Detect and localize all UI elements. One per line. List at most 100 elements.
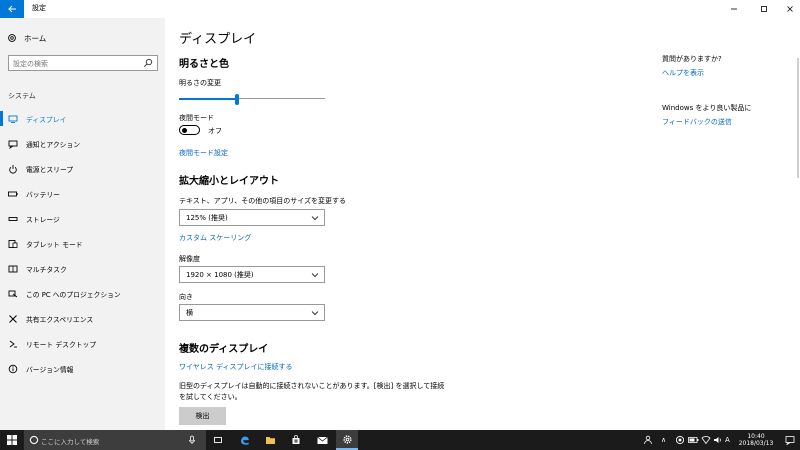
resolution-value: 1920 × 1080 (推奨) — [186, 270, 254, 279]
battery-icon — [8, 189, 18, 199]
home-label: ホーム — [24, 33, 47, 43]
settings-search-input[interactable] — [13, 58, 138, 69]
taskbar-search[interactable]: ここに入力して検索 — [24, 430, 206, 450]
system-section-header: システム — [8, 92, 36, 100]
battery-tray-icon[interactable] — [688, 436, 699, 444]
task-view-icon — [214, 437, 222, 443]
night-light-toggle[interactable] — [179, 125, 200, 135]
clock-time: 10:40 — [747, 433, 765, 440]
maximize-icon — [761, 6, 767, 12]
sidebar-item-label: この PC へのプロジェクション — [26, 290, 121, 299]
action-center-status-icon[interactable] — [675, 435, 685, 445]
sidebar-item-remote-desktop[interactable]: リモート デスクトップ — [0, 331, 165, 356]
custom-scaling-link[interactable]: カスタム スケーリング — [179, 233, 251, 243]
sidebar-item-label: ストレージ — [26, 215, 60, 224]
sidebar-item-label: ディスプレイ — [26, 115, 67, 124]
sidebar-item-notifications[interactable]: 通知とアクション — [0, 131, 165, 156]
volume-icon[interactable] — [713, 435, 723, 445]
show-hidden-icons[interactable]: ∧ — [661, 436, 666, 444]
question-text: 質問がありますか? — [662, 55, 722, 63]
mail-icon — [316, 436, 328, 444]
windows-start-icon[interactable] — [7, 435, 17, 445]
microphone-icon[interactable] — [188, 435, 196, 445]
sidebar-item-storage[interactable]: ストレージ — [0, 206, 165, 231]
home-link[interactable]: ホーム — [7, 31, 46, 45]
monitor-icon — [8, 114, 18, 124]
file-explorer-button[interactable] — [259, 430, 281, 450]
gear-icon — [342, 434, 352, 444]
scale-dropdown[interactable]: 125% (推奨) — [179, 209, 325, 226]
close-icon — [787, 6, 793, 12]
chevron-down-icon — [311, 311, 319, 316]
orientation-label: 向き — [179, 293, 193, 301]
sidebar-item-label: 共有エクスペリエンス — [26, 315, 94, 324]
sidebar-item-label: タブレット モード — [26, 240, 83, 249]
feedback-link[interactable]: フィードバックの送信 — [662, 117, 732, 127]
task-view-button[interactable] — [207, 430, 229, 450]
back-button[interactable] — [0, 0, 24, 18]
sidebar-item-label: バッテリー — [26, 190, 60, 199]
orientation-value: 横 — [186, 308, 193, 317]
projection-icon — [8, 289, 18, 299]
minimize-icon — [731, 8, 737, 10]
sidebar-item-label: 通知とアクション — [26, 140, 81, 149]
sidebar-item-display[interactable]: ディスプレイ — [0, 106, 165, 131]
sidebar-item-battery[interactable]: バッテリー — [0, 181, 165, 206]
sidebar-item-power[interactable]: 電源とスリープ — [0, 156, 165, 181]
power-icon — [8, 164, 18, 174]
resolution-label: 解像度 — [179, 255, 200, 263]
brightness-section-title: 明るさと色 — [179, 59, 229, 70]
scale-layout-section-title: 拡大縮小とレイアウト — [179, 176, 279, 187]
folder-icon — [265, 437, 275, 444]
cortana-icon — [29, 435, 39, 445]
scale-value: 125% (推奨) — [186, 213, 228, 222]
main-content: ディスプレイ 明るさと色 明るさの変更 夜間モード オフ 夜間モード設定 拡大縮… — [165, 18, 640, 430]
ime-indicator[interactable]: A — [725, 436, 730, 444]
window-title: 設定 — [32, 4, 46, 12]
sidebar-item-tablet-mode[interactable]: タブレット モード — [0, 231, 165, 256]
shared-icon — [8, 314, 18, 324]
help-link[interactable]: ヘルプを表示 — [662, 68, 704, 78]
people-icon[interactable] — [643, 435, 653, 445]
multitask-icon — [8, 264, 18, 274]
resolution-dropdown[interactable]: 1920 × 1080 (推奨) — [179, 266, 325, 283]
sidebar-item-label: リモート デスクトップ — [26, 340, 97, 349]
tablet-icon — [8, 239, 18, 249]
maximize-button[interactable] — [750, 0, 778, 18]
sidebar-item-label: マルチタスク — [26, 265, 67, 274]
sidebar-item-shared-experiences[interactable]: 共有エクスペリエンス — [0, 306, 165, 331]
info-icon — [8, 364, 18, 374]
detect-button[interactable]: 検出 — [179, 407, 226, 425]
home-gear-icon — [8, 34, 16, 42]
notification-icon[interactable] — [785, 435, 795, 445]
sidebar-item-multitasking[interactable]: マルチタスク — [0, 256, 165, 281]
clock-date: 2018/03/13 — [738, 440, 774, 447]
store-button[interactable] — [285, 430, 307, 450]
edge-button[interactable] — [233, 430, 255, 450]
scrollbar[interactable] — [797, 58, 799, 178]
sidebar-item-about[interactable]: バージョン情報 — [0, 356, 165, 381]
sidebar-item-label: 電源とスリープ — [26, 165, 74, 174]
title-bar: 設定 — [0, 0, 800, 18]
settings-app-button[interactable] — [336, 430, 358, 450]
search-icon — [143, 58, 153, 68]
sidebar-item-projection[interactable]: この PC へのプロジェクション — [0, 281, 165, 306]
slider-thumb[interactable] — [235, 94, 239, 105]
minimize-button[interactable] — [720, 0, 748, 18]
wifi-icon[interactable] — [701, 435, 711, 445]
detect-description: 旧型のディスプレイは自動的に接続されないことがあります。[検出] を選択して接続… — [179, 382, 445, 401]
chevron-down-icon — [311, 216, 319, 221]
clock[interactable]: 10:40 2018/03/13 — [732, 433, 780, 447]
night-light-settings-link[interactable]: 夜間モード設定 — [179, 148, 228, 158]
orientation-dropdown[interactable]: 横 — [179, 304, 325, 321]
mail-button[interactable] — [311, 430, 333, 450]
night-light-label: 夜間モード — [179, 114, 214, 122]
close-button[interactable] — [776, 0, 800, 18]
chevron-down-icon — [311, 273, 319, 278]
night-light-state: オフ — [208, 127, 222, 135]
sidebar-item-label: バージョン情報 — [26, 365, 74, 374]
brightness-slider[interactable] — [179, 94, 325, 105]
page-title: ディスプレイ — [179, 32, 257, 47]
settings-search[interactable] — [8, 55, 158, 71]
wireless-display-link[interactable]: ワイヤレス ディスプレイに接続する — [179, 362, 293, 372]
